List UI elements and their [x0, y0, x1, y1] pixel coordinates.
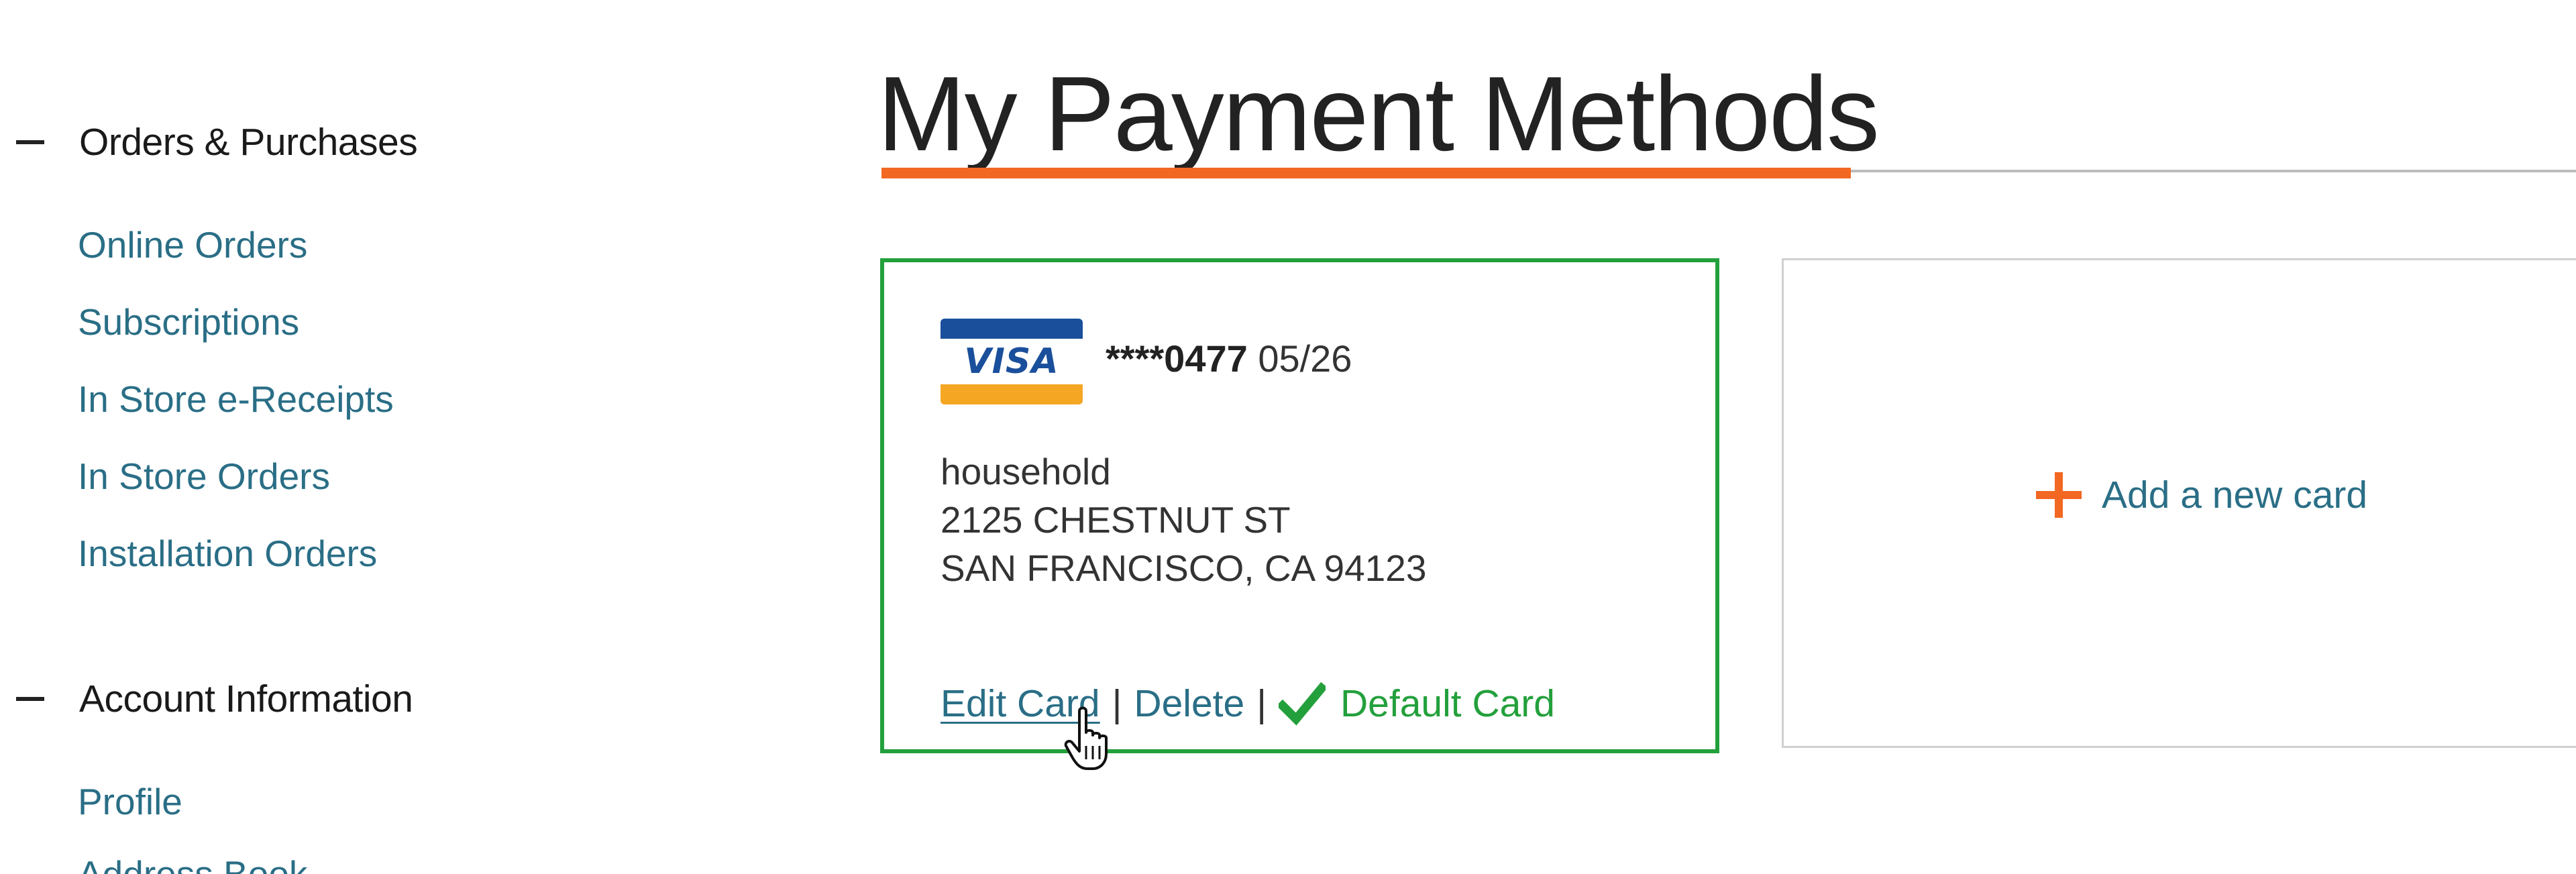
- card-nickname: household: [941, 451, 1111, 492]
- add-card-label: Add a new card: [2102, 474, 2368, 516]
- sidebar-section-orders[interactable]: Orders & Purchases: [16, 115, 418, 169]
- minus-icon: [16, 140, 44, 144]
- billing-address-line1: 2125 CHESTNUT ST: [941, 499, 1291, 541]
- payment-card-tile: VISA ****0477 05/26 household 2125 CHEST…: [880, 258, 1719, 753]
- hand-pointer-icon: [1064, 706, 1108, 770]
- sidebar-section-title: Account Information: [79, 677, 413, 720]
- sidebar-item-in-store-orders[interactable]: In Store Orders: [78, 449, 330, 503]
- delete-card-link[interactable]: Delete: [1134, 681, 1244, 726]
- title-accent-underline: [881, 168, 1851, 178]
- sidebar-item-subscriptions[interactable]: Subscriptions: [78, 295, 299, 349]
- sidebar-item-address-book[interactable]: Address Book: [78, 847, 307, 874]
- card-expiry: 05/26: [1258, 337, 1352, 380]
- sidebar-item-online-orders[interactable]: Online Orders: [78, 218, 307, 272]
- plus-icon: [2036, 472, 2082, 518]
- add-card-button[interactable]: Add a new card: [2033, 470, 2367, 521]
- billing-address-line2: SAN FRANCISCO, CA 94123: [941, 547, 1427, 589]
- visa-logo-icon: VISA: [941, 319, 1083, 404]
- separator: |: [1256, 682, 1267, 725]
- page-title: My Payment Methods: [877, 55, 1880, 173]
- payment-methods-page: Orders & Purchases Online Orders Subscri…: [0, 0, 2576, 874]
- card-actions: Edit Card | Delete | Default Card: [941, 677, 1555, 730]
- add-card-tile[interactable]: Add a new card: [1782, 258, 2576, 748]
- account-sidebar: Orders & Purchases Online Orders Subscri…: [0, 0, 805, 874]
- masked-card-number: ****0477: [1106, 337, 1248, 380]
- sidebar-item-profile[interactable]: Profile: [78, 775, 182, 828]
- card-number: ****0477 05/26: [1106, 332, 1352, 386]
- minus-icon: [16, 697, 44, 701]
- default-card-badge: Default Card: [1340, 682, 1555, 725]
- sidebar-item-in-store-ereceipts[interactable]: In Store e-Receipts: [78, 372, 394, 426]
- checkmark-icon: [1279, 681, 1326, 726]
- sidebar-item-installation-orders[interactable]: Installation Orders: [78, 527, 377, 580]
- sidebar-section-title: Orders & Purchases: [79, 121, 418, 164]
- sidebar-section-account[interactable]: Account Information: [16, 672, 413, 726]
